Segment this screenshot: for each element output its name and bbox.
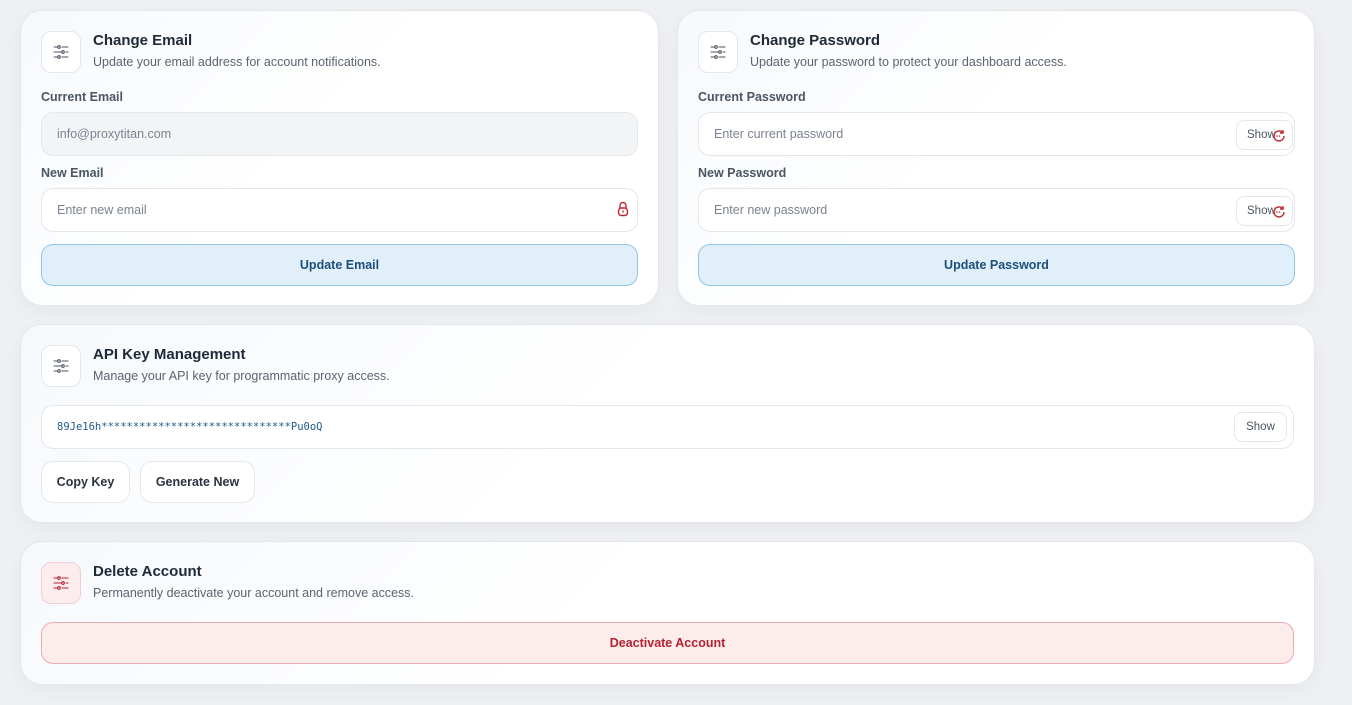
refresh-icon [1272, 129, 1286, 146]
new-email-field[interactable]: Enter new email [41, 188, 638, 232]
card-title: Change Email [93, 32, 193, 49]
lock-icon[interactable] [617, 201, 629, 220]
current-email-value: info@proxytitan.com [57, 127, 172, 141]
new-email-label: New Email [41, 166, 104, 180]
current-email-label: Current Email [41, 90, 123, 104]
update-email-button[interactable]: Update Email [41, 244, 638, 286]
card-description: Update your email address for account no… [93, 55, 381, 69]
new-password-placeholder: Enter new password [714, 203, 828, 217]
current-email-field: info@proxytitan.com [41, 112, 638, 156]
new-password-label: New Password [698, 166, 787, 180]
card-title: API Key Management [93, 346, 246, 363]
delete-account-header: Delete Account Permanently deactivate yo… [41, 562, 414, 604]
current-password-label: Current Password [698, 90, 806, 104]
card-description: Permanently deactivate your account and … [93, 586, 415, 600]
update-password-button[interactable]: Update Password [698, 244, 1295, 286]
change-email-header: Change Email Update your email address f… [41, 31, 381, 73]
show-new-password-button[interactable]: Show [1236, 196, 1293, 226]
new-email-placeholder: Enter new email [57, 203, 147, 217]
change-password-header: Change Password Update your password to … [698, 31, 1067, 73]
show-api-key-button[interactable]: Show [1234, 412, 1287, 442]
card-title: Change Password [750, 32, 881, 49]
sliders-icon [698, 31, 738, 73]
change-email-card: Change Email Update your email address f… [20, 10, 659, 306]
card-description: Manage your API key for programmatic pro… [93, 369, 390, 383]
new-password-field[interactable]: Enter new password Show [698, 188, 1295, 232]
api-key-card: API Key Management Manage your API key f… [20, 324, 1315, 523]
current-password-field[interactable]: Enter current password Show [698, 112, 1295, 156]
generate-new-button[interactable]: Generate New [140, 461, 255, 503]
show-current-password-button[interactable]: Show [1236, 120, 1293, 150]
refresh-icon [1272, 205, 1286, 222]
sliders-icon [41, 345, 81, 387]
current-password-placeholder: Enter current password [714, 127, 844, 141]
api-key-value: 89Je16h******************************Pu0… [57, 421, 323, 433]
sliders-icon [41, 562, 81, 604]
deactivate-account-button[interactable]: Deactivate Account [41, 622, 1294, 664]
change-password-card: Change Password Update your password to … [677, 10, 1315, 306]
copy-key-button[interactable]: Copy Key [41, 461, 130, 503]
sliders-icon [41, 31, 81, 73]
card-title: Delete Account [93, 563, 202, 580]
api-key-header: API Key Management Manage your API key f… [41, 345, 390, 387]
api-key-field: 89Je16h******************************Pu0… [41, 405, 1294, 449]
delete-account-card: Delete Account Permanently deactivate yo… [20, 541, 1315, 685]
card-description: Update your password to protect your das… [750, 55, 1067, 69]
